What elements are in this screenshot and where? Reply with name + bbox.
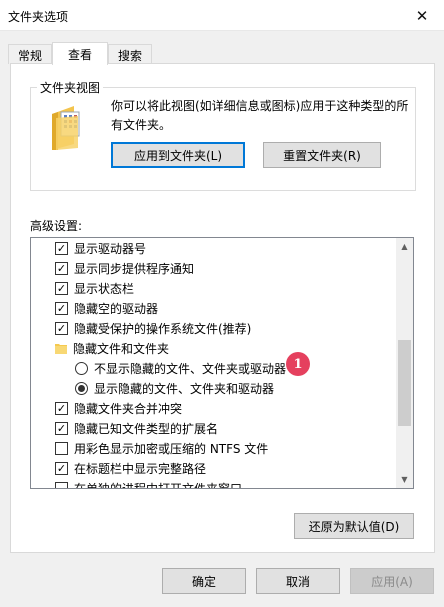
setting-row[interactable]: ✓ 隐藏受保护的操作系统文件(推荐) [31,318,397,338]
window-title: 文件夹选项 [8,10,69,24]
scroll-down-icon[interactable]: ▼ [396,471,413,488]
setting-label: 在标题栏中显示完整路径 [74,461,207,476]
setting-row[interactable]: 不显示隐藏的文件、文件夹或驱动器 [31,358,397,378]
checkbox-unchecked[interactable] [55,441,68,455]
annotation-badge: 1 [286,352,310,376]
setting-label: 用彩色显示加密或压缩的 NTFS 文件 [74,441,269,456]
radio-selected[interactable] [75,381,88,395]
setting-label: 显示驱动器号 [74,241,147,256]
setting-row[interactable]: 用彩色显示加密或压缩的 NTFS 文件 [31,438,397,458]
setting-label: 隐藏已知文件类型的扩展名 [74,421,219,436]
checkbox-checked[interactable]: ✓ [55,261,68,275]
checkbox-checked[interactable]: ✓ [55,321,68,335]
radio-unselected[interactable] [75,361,88,375]
advanced-settings-items: ✓ 显示驱动器号 ✓ 显示同步提供程序通知 ✓ 显示状态栏 ✓ 隐藏空的驱动器 ✓ 隐藏受保护的操… [31,238,397,488]
folder-views-description: 你可以将此视图(如详细信息或图标)应用于这种类型的所有文件夹。 [111,99,409,132]
scroll-up-icon[interactable]: ▲ [396,238,413,255]
setting-row[interactable]: 在单独的进程中打开文件夹窗口 [31,478,397,488]
setting-row[interactable]: ✓ 隐藏已知文件类型的扩展名 [31,418,397,438]
setting-label: 显示同步提供程序通知 [74,261,195,276]
setting-label: 显示状态栏 [74,281,135,296]
folder-icon [55,343,67,354]
checkbox-checked[interactable]: ✓ [55,301,68,315]
setting-row[interactable]: ✓ 显示状态栏 [31,278,397,298]
setting-row[interactable]: 隐藏文件和文件夹 [31,338,397,358]
tab-search[interactable]: 搜索 [108,44,152,64]
checkbox-checked[interactable]: ✓ [55,421,68,435]
ok-button[interactable]: 确定 [162,568,246,594]
reset-folders-button[interactable]: 重置文件夹(R) [263,142,381,168]
checkbox-checked[interactable]: ✓ [55,241,68,255]
apply-to-folders-button[interactable]: 应用到文件夹(L) [111,142,245,168]
setting-row[interactable]: ✓ 隐藏文件夹合并冲突 [31,398,397,418]
setting-label: 不显示隐藏的文件、文件夹或驱动器 [94,361,287,376]
scroll-thumb[interactable] [398,340,411,426]
checkbox-checked[interactable]: ✓ [55,401,68,415]
setting-row[interactable]: ✓ 显示同步提供程序通知 [31,258,397,278]
advanced-settings-list[interactable]: ✓ 显示驱动器号 ✓ 显示同步提供程序通知 ✓ 显示状态栏 ✓ 隐藏空的驱动器 ✓ 隐藏受保护的操… [30,237,414,489]
setting-label: 隐藏空的驱动器 [74,301,159,316]
folder-views-title: 文件夹视图 [37,79,104,96]
title-bar: 文件夹选项 ✕ [0,0,444,31]
setting-label: 隐藏文件和文件夹 [73,341,170,356]
close-icon[interactable]: ✕ [400,0,444,31]
folder-view-icon [52,106,80,150]
checkbox-checked[interactable]: ✓ [55,461,68,475]
checkbox-checked[interactable]: ✓ [55,281,68,295]
advanced-settings-label: 高级设置: [30,219,83,233]
setting-label: 在单独的进程中打开文件夹窗口 [74,480,242,489]
restore-defaults-button[interactable]: 还原为默认值(D) [294,513,414,539]
setting-label: 隐藏文件夹合并冲突 [74,401,183,416]
setting-row[interactable]: 显示隐藏的文件、文件夹和驱动器 [31,378,397,398]
tab-general[interactable]: 常规 [8,44,52,64]
setting-row[interactable]: ✓ 在标题栏中显示完整路径 [31,458,397,478]
apply-button[interactable]: 应用(A) [350,568,434,594]
setting-label: 隐藏受保护的操作系统文件(推荐) [74,321,252,336]
setting-row[interactable]: ✓ 隐藏空的驱动器 [31,298,397,318]
cancel-button[interactable]: 取消 [256,568,340,594]
list-scrollbar[interactable]: ▲ ▼ [396,238,413,488]
checkbox-unchecked[interactable] [55,481,68,488]
tab-view[interactable]: 查看 [52,42,108,65]
setting-label: 显示隐藏的文件、文件夹和驱动器 [94,381,275,396]
setting-row[interactable]: ✓ 显示驱动器号 [31,238,397,258]
